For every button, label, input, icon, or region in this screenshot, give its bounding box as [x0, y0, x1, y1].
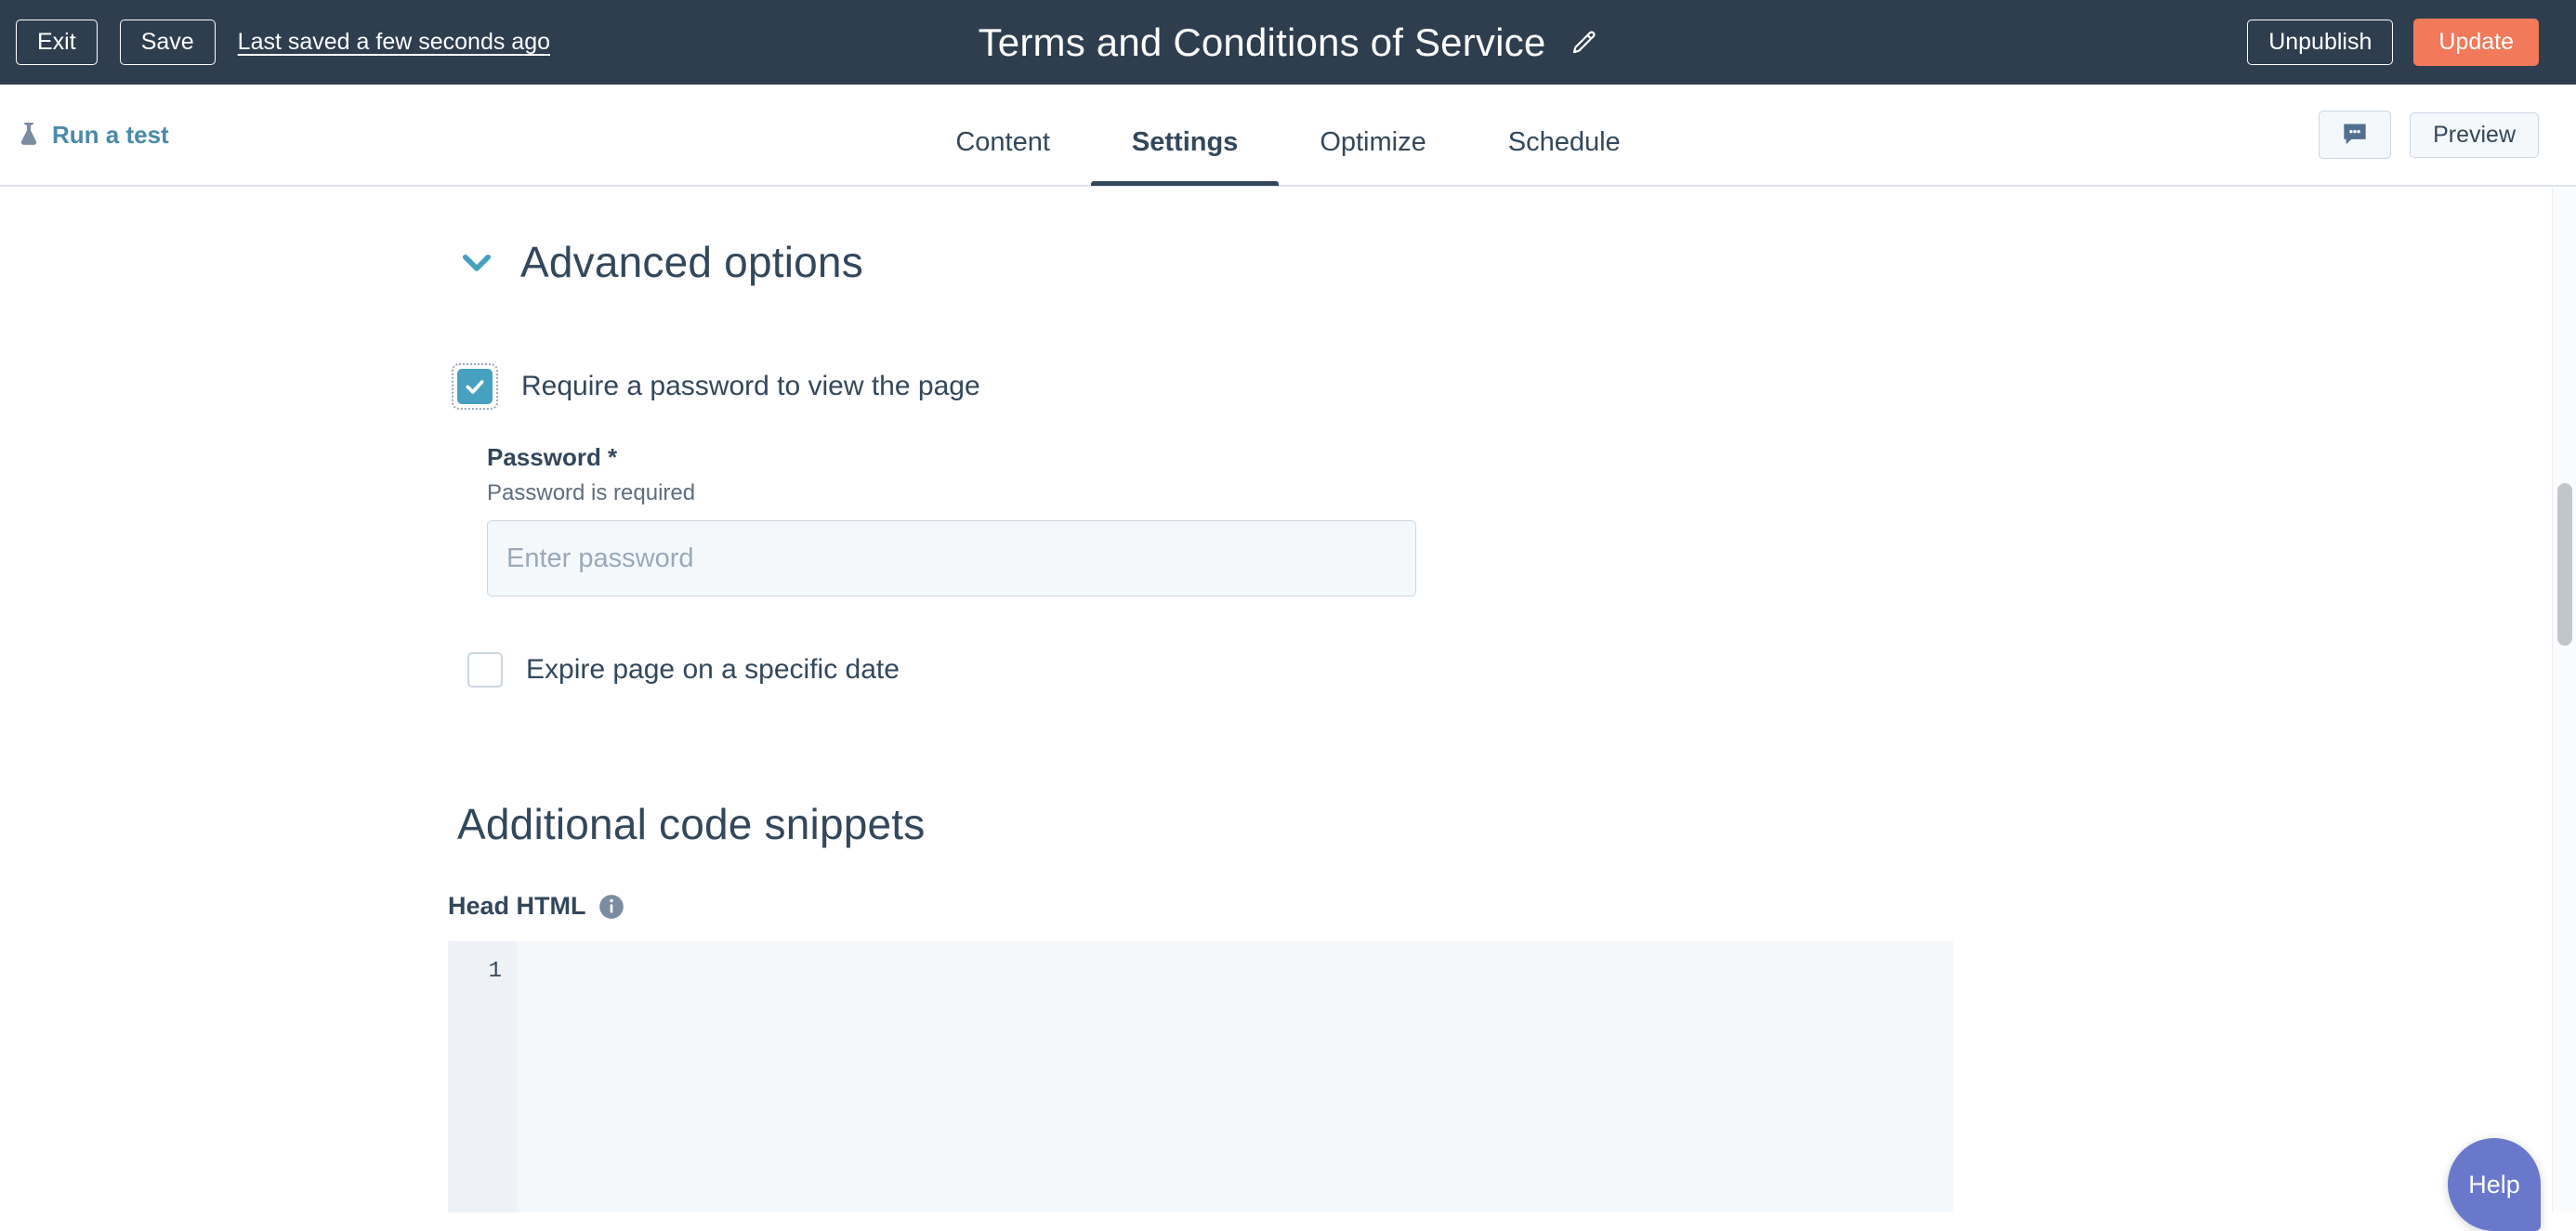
additional-code-snippets-title: Additional code snippets: [457, 799, 2576, 849]
require-password-checkbox-focus-ring: [452, 363, 498, 410]
code-editor-text-area[interactable]: [517, 941, 1953, 1212]
password-field-error: Password is required: [487, 480, 2576, 506]
head-html-code-editor[interactable]: 1: [448, 941, 1953, 1212]
comment-bubble-icon: [2342, 122, 2368, 149]
expire-page-label: Expire page on a specific date: [526, 654, 900, 686]
expire-page-checkbox[interactable]: [467, 652, 503, 688]
tab-schedule[interactable]: Schedule: [1467, 127, 1662, 186]
comments-button[interactable]: [2319, 111, 2391, 159]
require-password-label: Require a password to view the page: [521, 371, 980, 402]
run-a-test-link[interactable]: Run a test: [0, 121, 169, 150]
last-saved-status[interactable]: Last saved a few seconds ago: [238, 29, 550, 56]
page-title: Terms and Conditions of Service: [979, 20, 1546, 65]
preview-button[interactable]: Preview: [2410, 112, 2539, 158]
page-scrollbar-thumb[interactable]: [2557, 483, 2572, 646]
password-input[interactable]: [487, 520, 1416, 596]
update-button[interactable]: Update: [2413, 19, 2539, 66]
tab-optimize[interactable]: Optimize: [1279, 127, 1466, 186]
save-button[interactable]: Save: [120, 20, 216, 65]
help-button[interactable]: Help: [2448, 1138, 2541, 1231]
page-scrollbar-track[interactable]: [2552, 189, 2576, 1212]
tab-settings[interactable]: Settings: [1091, 127, 1279, 186]
expire-page-checkbox-row[interactable]: Expire page on a specific date: [467, 652, 900, 688]
head-html-label: Head HTML: [448, 892, 586, 921]
flask-icon: [17, 121, 41, 149]
info-icon[interactable]: [598, 894, 624, 920]
main-content: Advanced options Require a password to v…: [0, 189, 2576, 1212]
top-bar-right-group: Unpublish Update: [2247, 19, 2576, 66]
code-editor-gutter: 1: [448, 941, 517, 1212]
password-field-label: Password *: [487, 443, 2576, 472]
settings-form: Advanced options Require a password to v…: [0, 189, 2576, 1212]
nav-bar-right-group: Preview: [2319, 111, 2576, 159]
top-bar-left-group: Exit Save Last saved a few seconds ago: [0, 20, 550, 65]
require-password-checkbox-row[interactable]: Require a password to view the page: [457, 363, 980, 410]
top-bar: Exit Save Last saved a few seconds ago T…: [0, 0, 2576, 85]
chevron-down-icon[interactable]: [457, 242, 496, 282]
tab-content[interactable]: Content: [914, 127, 1091, 186]
run-a-test-label: Run a test: [52, 121, 169, 150]
password-field-block: Password * Password is required: [487, 443, 2576, 596]
pencil-icon[interactable]: [1570, 29, 1597, 57]
exit-button[interactable]: Exit: [16, 20, 98, 65]
advanced-options-title: Advanced options: [520, 237, 863, 287]
tab-list: Content Settings Optimize Schedule: [0, 84, 2576, 186]
code-line-number: 1: [448, 957, 517, 987]
nav-bar: Run a test Content Settings Optimize Sch…: [0, 85, 2576, 187]
require-password-checkbox[interactable]: [457, 369, 493, 404]
head-html-label-row: Head HTML: [448, 892, 624, 921]
advanced-options-header[interactable]: Advanced options: [457, 237, 863, 287]
unpublish-button[interactable]: Unpublish: [2247, 20, 2393, 65]
